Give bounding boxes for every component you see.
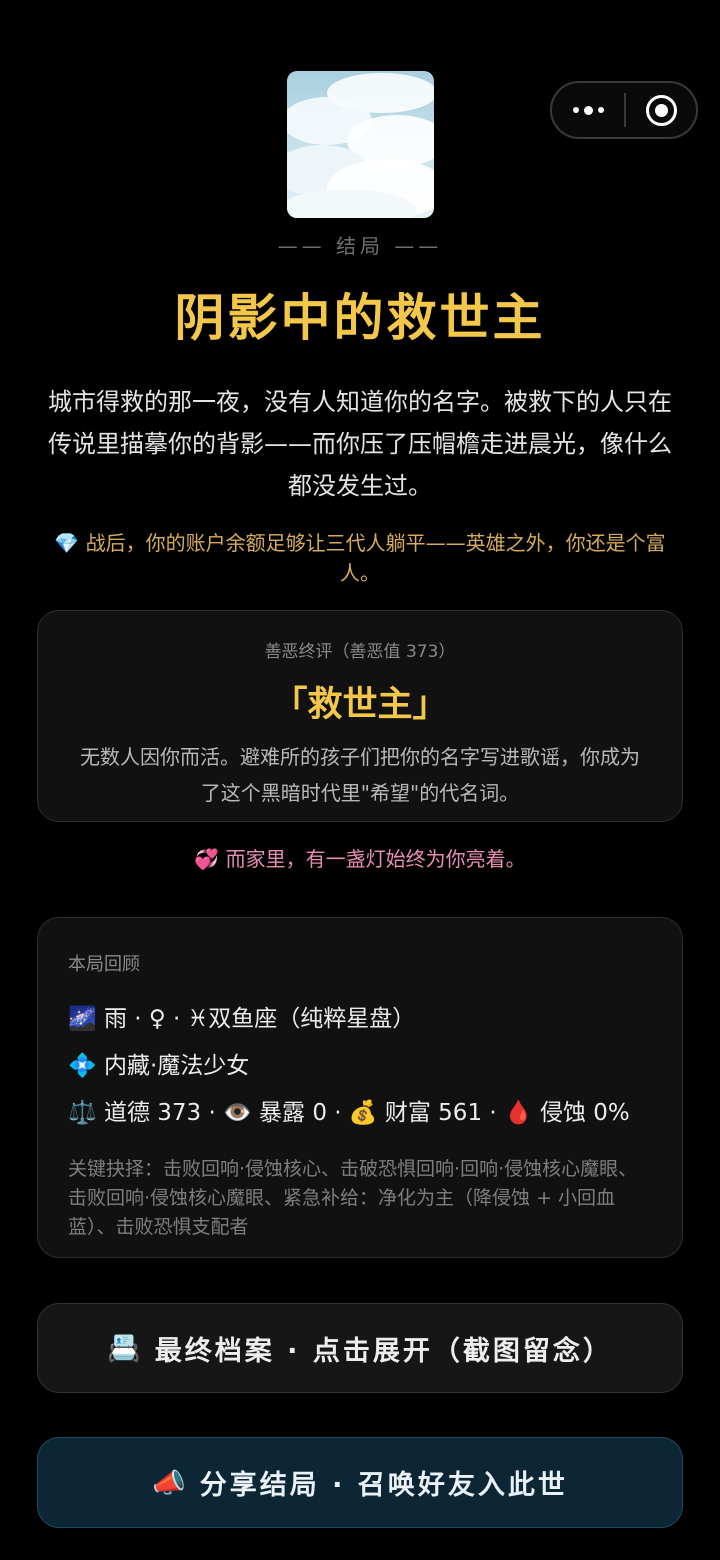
verdict-description: 无数人因你而活。避难所的孩子们把你的名字写进歌谣，你成为了这个黑暗时代里"希望"… <box>80 745 640 805</box>
recap-hidden-role: 💠 内藏·魔法少女 <box>68 1053 250 1079</box>
final-archive-button[interactable]: 📇 最终档案 · 点击展开（截图留念） <box>37 1303 683 1393</box>
share-ending-label: 分享结局 · 召唤好友入此世 <box>199 1470 568 1501</box>
share-ending-button[interactable]: 📣 分享结局 · 召唤好友入此世 <box>37 1437 683 1528</box>
card-index-icon: 📇 <box>107 1333 141 1364</box>
ending-label: —— 结局 —— <box>277 234 443 258</box>
miniprogram-capsule <box>550 81 698 139</box>
verdict-rank: 「救世主」 <box>272 685 448 725</box>
recap-identity: 🌌 雨 · ♀ · ♓双鱼座（纯粹星盘） <box>68 1006 416 1032</box>
wealth-note: 💎 战后，你的账户余额足够让三代人躺平——英雄之外，你还是个富人。 <box>54 531 666 585</box>
recap-card: 本局回顾 🌌 雨 · ♀ · ♓双鱼座（纯粹星盘） 💠 内藏·魔法少女 ⚖️ 道… <box>37 917 683 1258</box>
recap-key-choices: 关键抉择：击败回响·侵蚀核心、击破恐惧回响·回响·侵蚀核心魔眼、击败回响·侵蚀核… <box>68 1158 638 1238</box>
more-dots-icon[interactable] <box>552 83 624 137</box>
family-note: 💞 而家里，有一盏灯始终为你亮着。 <box>194 847 526 871</box>
ending-title: 阴影中的救世主 <box>174 289 546 347</box>
verdict-caption: 善恶终评（善恶值 373） <box>264 642 456 662</box>
final-archive-label: 最终档案 · 点击展开（截图留念） <box>154 1335 613 1367</box>
target-icon[interactable] <box>626 83 696 137</box>
ending-cloud-image <box>287 71 434 218</box>
verdict-card: 善恶终评（善恶值 373） 「救世主」 无数人因你而活。避难所的孩子们把你的名字… <box>37 610 683 822</box>
megaphone-icon: 📣 <box>152 1467 186 1499</box>
ending-story: 城市得救的那一夜，没有人知道你的名字。被救下的人只在传说里描摹你的背影——而你压… <box>48 388 672 500</box>
recap-heading: 本局回顾 <box>68 954 140 975</box>
recap-stats: ⚖️ 道德 373 · 👁️ 暴露 0 · 💰 财富 561 · 🩸 侵蚀 0% <box>68 1100 630 1126</box>
